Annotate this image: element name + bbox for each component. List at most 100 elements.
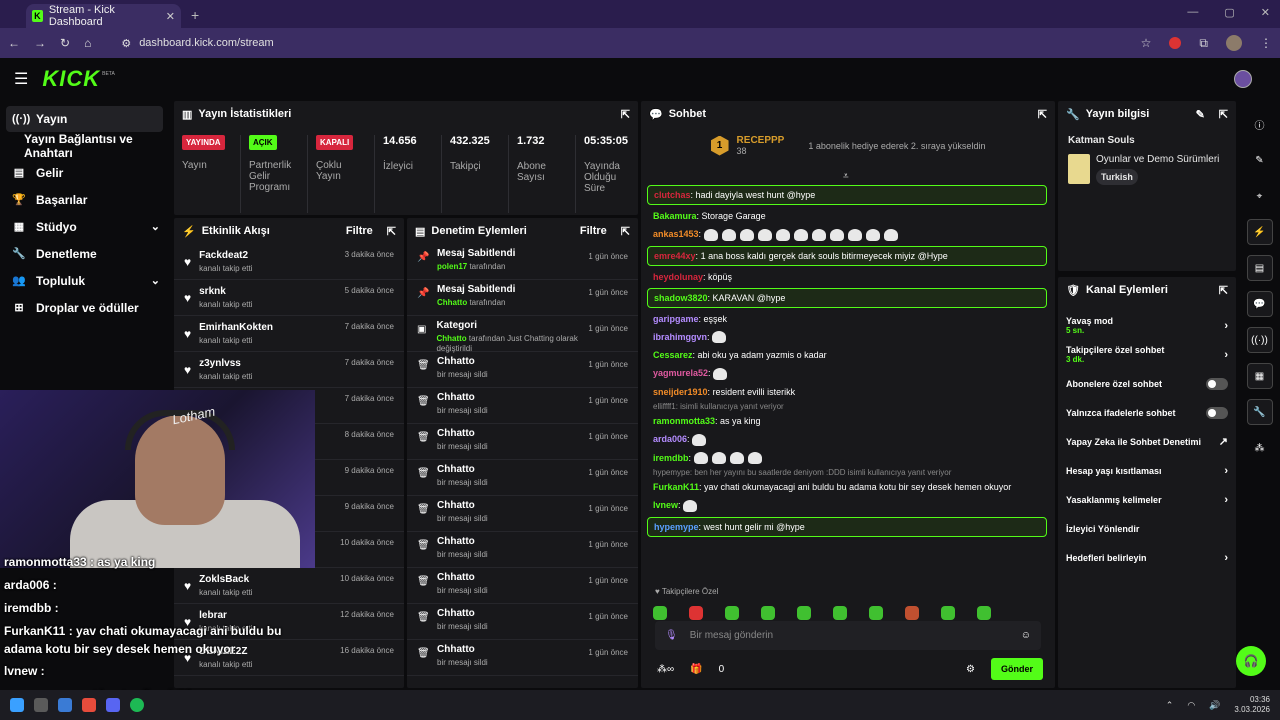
- chrome-icon[interactable]: [82, 698, 96, 712]
- minimize-icon[interactable]: —: [1187, 6, 1198, 19]
- send-button[interactable]: Gönder: [990, 658, 1043, 680]
- chat-message[interactable]: ankas1453:: [647, 225, 1047, 244]
- popout-icon[interactable]: ⇱: [621, 108, 630, 121]
- external-link-icon[interactable]: ↗: [1219, 435, 1228, 448]
- activity-row[interactable]: ♥ srknk kanalı takip etti 5 dakika önce: [174, 280, 404, 316]
- chevron-right-icon[interactable]: ›: [1224, 494, 1228, 506]
- emoji-icon[interactable]: ☺: [1021, 630, 1031, 641]
- channel-action-row[interactable]: Yasaklanmış kelimeler ›: [1058, 485, 1236, 514]
- emote-icon[interactable]: [977, 606, 991, 620]
- toggle-switch[interactable]: [1206, 377, 1228, 390]
- chat-message[interactable]: yagmurela52:: [647, 364, 1047, 383]
- emote-icon[interactable]: [689, 606, 703, 620]
- moderation-row[interactable]: 🗑 Chhatto bir mesajı sildi 1 gün önce: [407, 352, 638, 388]
- menu-dots-icon[interactable]: ⋮: [1260, 36, 1272, 50]
- toggle-switch[interactable]: [1206, 406, 1228, 419]
- chat-username[interactable]: iremdbb: [653, 453, 689, 463]
- emote-icon[interactable]: [941, 606, 955, 620]
- activity-row[interactable]: ♥ ZoklsBack kanalı takip etti 10 dakika önc…: [174, 568, 404, 604]
- info-icon[interactable]: ⓘ: [1247, 111, 1273, 137]
- emote-icon[interactable]: [761, 606, 775, 620]
- spotify-icon[interactable]: [130, 698, 144, 712]
- chat-username[interactable]: Bakamura: [653, 211, 697, 221]
- windows-start-icon[interactable]: [10, 698, 24, 712]
- document-icon[interactable]: ▤: [1246, 255, 1273, 281]
- chat-message[interactable]: arda006:: [647, 430, 1047, 449]
- sidebar-item-basarilar[interactable]: 🏆 Başarılar: [0, 186, 172, 213]
- popout-icon[interactable]: ⇱: [621, 225, 630, 238]
- moderation-row[interactable]: 📌 Mesaj Sabitlendi Chhatto tarafından 1 gün…: [407, 280, 638, 316]
- kick-logo[interactable]: KICK: [42, 66, 100, 92]
- bookmark-star-icon[interactable]: ☆: [1141, 36, 1152, 50]
- settings-icon[interactable]: ⚙: [966, 664, 975, 675]
- channel-action-row[interactable]: Yalnızca ifadelerle sohbet: [1058, 398, 1236, 427]
- bolt-icon[interactable]: ⚡: [1246, 219, 1273, 245]
- category-name[interactable]: Oyunlar ve Demo Sürümleri: [1096, 154, 1219, 165]
- chevron-right-icon[interactable]: ›: [1224, 465, 1228, 477]
- focus-icon[interactable]: ⌖: [1247, 183, 1273, 209]
- activity-row[interactable]: ♥ z3ynlvss kanalı takip etti 7 dakika önce: [174, 352, 404, 388]
- channel-action-row[interactable]: Yavaş mod 5 sn. ›: [1058, 311, 1236, 340]
- mic-icon[interactable]: 🎙: [665, 630, 678, 641]
- sidebar-item-droplar[interactable]: ⊞ Droplar ve ödüller: [0, 294, 172, 321]
- channel-action-row[interactable]: Hedefleri belirleyin ›: [1058, 543, 1236, 572]
- chat-message[interactable]: Bakamura: Storage Garage: [647, 207, 1047, 225]
- browser-tab[interactable]: K Stream - Kick Dashboard ✕: [26, 4, 181, 28]
- popout-icon[interactable]: ⇱: [1219, 108, 1228, 121]
- chat-message[interactable]: hypemype: west hunt gelir mi @hype: [647, 516, 1047, 537]
- reload-icon[interactable]: ↻: [60, 36, 70, 50]
- chat-username[interactable]: garipgame: [653, 314, 699, 324]
- moderation-row[interactable]: 🗑 Chhatto bir mesajı sildi 1 gün önce: [407, 568, 638, 604]
- chevron-right-icon[interactable]: ›: [1224, 349, 1228, 361]
- chat-username[interactable]: sneijder1910: [653, 387, 708, 397]
- chat-input[interactable]: 🎙 Bir mesaj gönderin ☺: [655, 621, 1041, 650]
- search-icon[interactable]: [34, 698, 48, 712]
- extensions-puzzle-icon[interactable]: ⧉: [1199, 36, 1208, 51]
- sidebar-item-topluluk[interactable]: 👥 Topluluk ⌄: [0, 267, 172, 294]
- speaker-icon[interactable]: 🔊: [1209, 700, 1220, 711]
- emote-icon[interactable]: [653, 606, 667, 620]
- moderation-row[interactable]: 🗑 Chhatto bir mesajı sildi 1 gün önce: [407, 640, 638, 676]
- chat-username[interactable]: lvnew: [653, 500, 678, 510]
- channel-action-row[interactable]: Yapay Zeka ile Sohbet Denetimi ↗: [1058, 427, 1236, 456]
- chat-message[interactable]: garipgame: eşşek: [647, 310, 1047, 328]
- profile-avatar[interactable]: [1226, 35, 1242, 51]
- popout-icon[interactable]: ⇱: [387, 225, 396, 238]
- address-bar[interactable]: ⚙ dashboard.kick.com/stream: [111, 32, 1126, 54]
- emote-icon[interactable]: [725, 606, 739, 620]
- new-tab-icon[interactable]: +: [191, 7, 199, 23]
- emote-icon[interactable]: [905, 606, 919, 620]
- add-widget-icon[interactable]: ⁂: [1247, 435, 1273, 461]
- sidebar-item-denetleme[interactable]: 🔧 Denetleme: [0, 240, 172, 267]
- chevron-right-icon[interactable]: ›: [1224, 552, 1228, 564]
- sidebar-item-studyo[interactable]: ▦ Stüdyo ⌄: [0, 213, 172, 240]
- chat-username[interactable]: ibrahimggvn: [653, 332, 707, 342]
- chevron-right-icon[interactable]: ›: [1224, 320, 1228, 332]
- moderation-row[interactable]: 🗑 Chhatto bir mesajı sildi 1 gün önce: [407, 424, 638, 460]
- chat-username[interactable]: heydolunay: [653, 272, 703, 282]
- chat-message[interactable]: heydolunay: köpüş: [647, 268, 1047, 286]
- chat-bubble-icon[interactable]: 💬: [1246, 291, 1273, 317]
- close-tab-icon[interactable]: ✕: [166, 10, 175, 23]
- moderation-row[interactable]: 🗑 Chhatto bir mesajı sildi 1 gün önce: [407, 532, 638, 568]
- chat-message[interactable]: emre44xy: 1 ana boss kaldı gerçek dark s…: [647, 245, 1047, 266]
- sidebar-item-gelir[interactable]: ▤ Gelir: [0, 159, 172, 186]
- collapse-icon[interactable]: ⩡: [843, 171, 849, 182]
- chat-message[interactable]: ramonmotta33: as ya king: [647, 412, 1047, 430]
- filter-button[interactable]: Filtre: [580, 225, 607, 238]
- clock[interactable]: 03:36 3.03.2026: [1234, 695, 1270, 715]
- home-icon[interactable]: ⌂: [84, 36, 91, 50]
- chat-username[interactable]: emre44xy: [654, 251, 696, 261]
- site-info-icon[interactable]: ⚙: [121, 37, 131, 50]
- points-icon[interactable]: ⁂∞: [657, 664, 674, 675]
- edit-icon[interactable]: ✎: [1247, 147, 1273, 173]
- extension-icon[interactable]: [1169, 37, 1182, 49]
- discord-icon[interactable]: [106, 698, 120, 712]
- channel-action-row[interactable]: İzleyici Yönlendir: [1058, 514, 1236, 543]
- hamburger-menu-icon[interactable]: ☰: [14, 69, 28, 89]
- moderation-row[interactable]: 🗑 Chhatto bir mesajı sildi 1 gün önce: [407, 388, 638, 424]
- file-explorer-icon[interactable]: [58, 698, 72, 712]
- chat-message[interactable]: FurkanK11: yav chati okumayacagi ani bul…: [647, 478, 1047, 496]
- gift-icon[interactable]: 🎁: [690, 664, 702, 675]
- close-window-icon[interactable]: ✕: [1261, 6, 1270, 19]
